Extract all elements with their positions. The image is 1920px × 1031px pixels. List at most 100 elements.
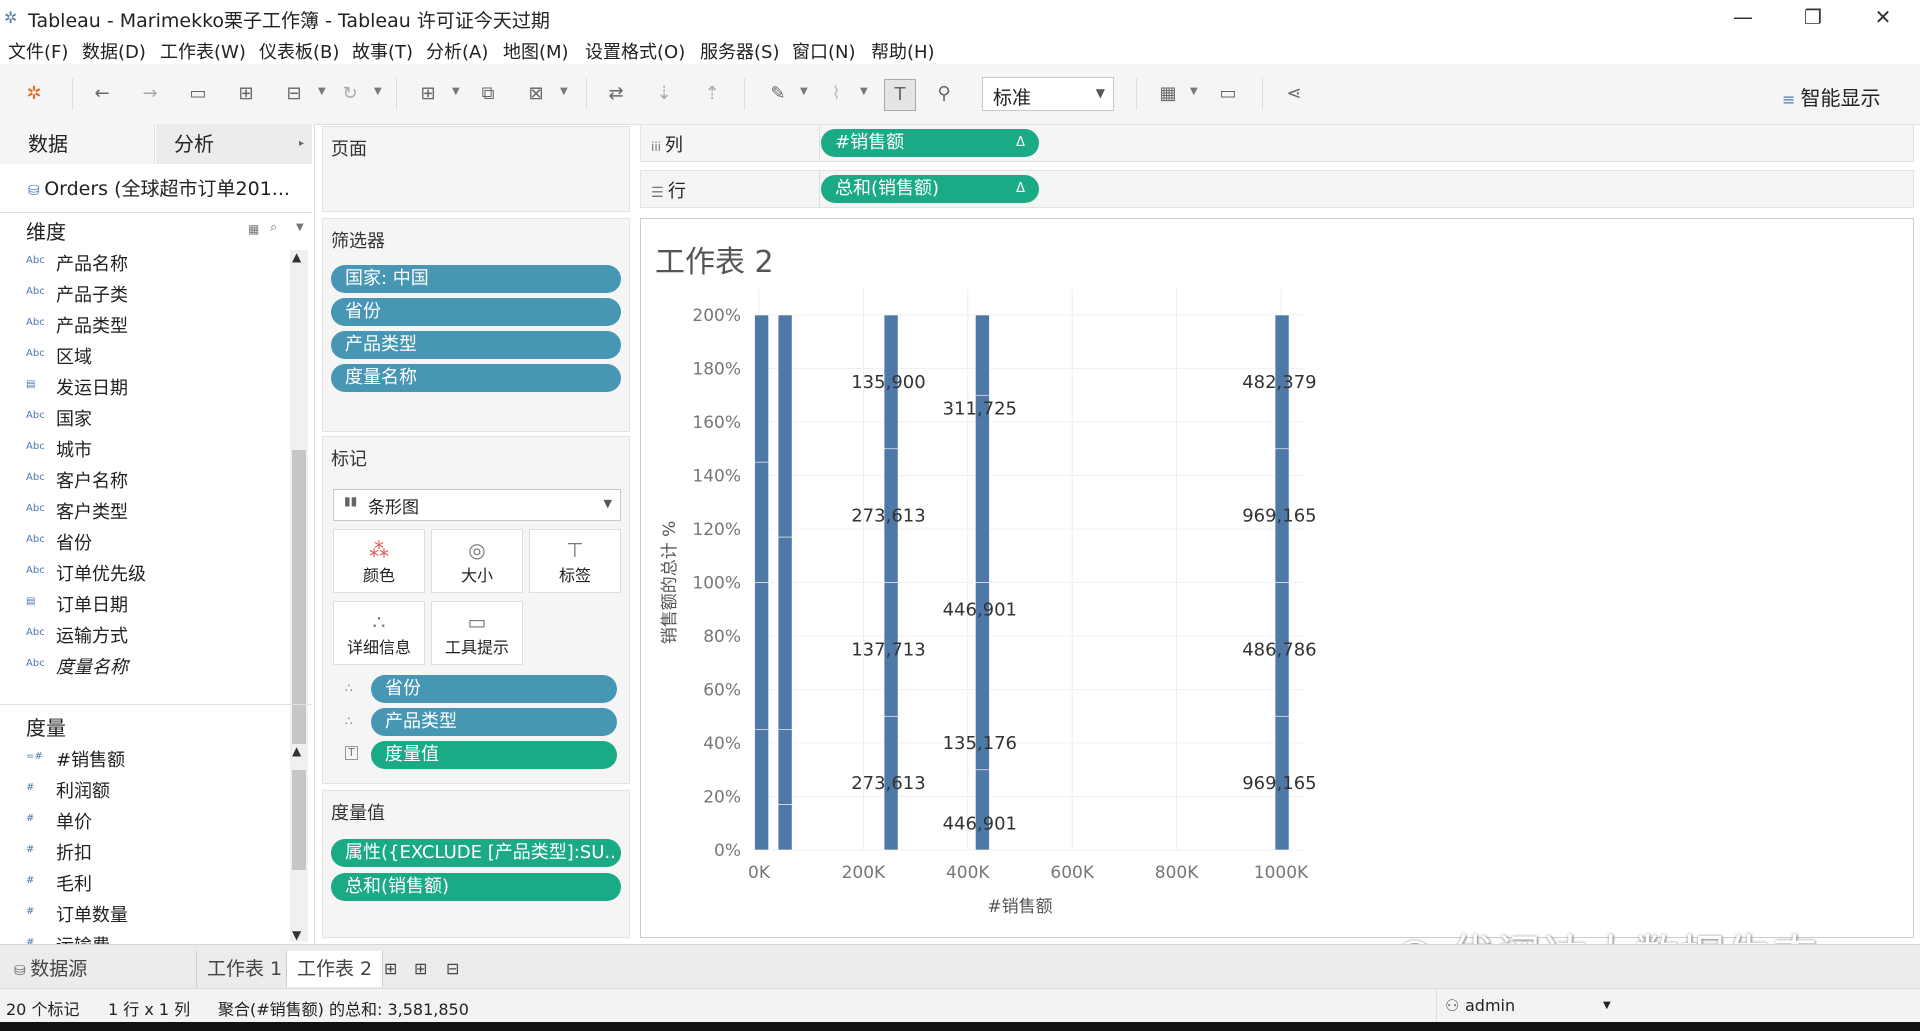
group-caret-icon[interactable]: ▼ — [860, 86, 868, 97]
menu-window[interactable]: 窗口(N) — [792, 38, 856, 64]
fit-select[interactable]: 标准 ▼ — [982, 77, 1114, 111]
datasource-item[interactable]: ⛁ Orders (全球超市订单201... — [28, 174, 290, 201]
measure-item[interactable]: # 单价 — [26, 808, 286, 836]
user-menu[interactable]: ⚇ admin ▼ — [1436, 989, 1625, 1023]
size-button[interactable]: ◎ 大小 — [431, 529, 523, 593]
duplicate-icon[interactable]: ⧉ — [476, 82, 500, 106]
restore-button[interactable]: ❐ — [1788, 2, 1838, 32]
dimension-item[interactable]: Abc 区域 — [26, 343, 286, 371]
tooltip-button[interactable]: ▭ 工具提示 — [431, 601, 523, 665]
dimension-item[interactable]: Abc 省份 — [26, 529, 286, 557]
mark-type-select[interactable]: ▮▮ 条形图 ▼ — [333, 489, 621, 521]
dimension-item[interactable]: Abc 产品名称 — [26, 250, 286, 278]
presentation-icon[interactable]: ▭ — [1216, 82, 1240, 106]
measure-item[interactable]: # 订单数量 — [26, 901, 286, 929]
clear-icon[interactable]: ⊠ — [524, 82, 548, 106]
detail-button[interactable]: ∴ 详细信息 — [333, 601, 425, 665]
tab-data[interactable]: 数据 — [0, 124, 155, 164]
highlight-icon[interactable]: ✎ — [766, 82, 790, 106]
chart-type-caret-icon[interactable]: ▼ — [1190, 86, 1198, 97]
scroll-up-icon[interactable]: ▲ — [292, 250, 301, 264]
filter-pill-province[interactable]: 省份 — [331, 298, 621, 326]
measure-value-pill-exclude[interactable]: 属性({EXCLUDE [产品类型]:SU.. — [331, 839, 621, 867]
tab-analysis[interactable]: 分析 ▸ — [156, 124, 312, 164]
new-datasource-icon[interactable]: ⊞ — [234, 82, 258, 106]
menu-story[interactable]: 故事(T) — [352, 38, 413, 64]
dimension-item[interactable]: ▤ 订单日期 — [26, 591, 286, 619]
mark-field-province[interactable]: 省份 — [371, 675, 617, 703]
measure-value-pill-sum-sales[interactable]: 总和(销售额) — [331, 873, 621, 901]
new-sheet-icon[interactable]: ⊞ — [416, 82, 440, 106]
group-icon[interactable]: ⌇ — [824, 82, 848, 106]
menu-server[interactable]: 服务器(S) — [700, 38, 779, 64]
dimension-item[interactable]: Abc 客户名称 — [26, 467, 286, 495]
close-button[interactable]: ✕ — [1858, 2, 1908, 32]
menu-map[interactable]: 地图(M) — [503, 38, 569, 64]
menu-dashboard[interactable]: 仪表板(B) — [259, 38, 339, 64]
forward-icon[interactable]: → — [138, 82, 162, 106]
measure-item[interactable]: # 利润额 — [26, 777, 286, 805]
scroll-thumb[interactable] — [292, 770, 306, 870]
label-icon[interactable]: T — [884, 79, 916, 111]
new-dashboard-icon[interactable]: ⊞ — [404, 951, 437, 987]
dimension-item[interactable]: ▤ 发运日期 — [26, 374, 286, 402]
filter-pill-measure-names[interactable]: 度量名称 — [331, 364, 621, 392]
pages-card[interactable]: 页面 — [322, 126, 630, 212]
tab-sheet-2[interactable]: 工作表 2 — [286, 951, 384, 987]
pause-caret-icon[interactable]: ▼ — [318, 86, 326, 97]
columns-pill[interactable]: #销售额 Δ — [821, 129, 1039, 157]
sort-asc-icon[interactable]: ⇣ — [652, 82, 676, 106]
pane-menu-icon[interactable]: ▸ — [299, 124, 304, 164]
measure-item[interactable]: =# #销售额 — [26, 746, 286, 774]
new-story-icon[interactable]: ⊟ — [436, 951, 469, 987]
clear-caret-icon[interactable]: ▼ — [560, 86, 568, 97]
dimension-item[interactable]: Abc 国家 — [26, 405, 286, 433]
tab-sheet-1[interactable]: 工作表 1 — [196, 951, 292, 987]
highlight-caret-icon[interactable]: ▼ — [800, 86, 808, 97]
refresh-caret-icon[interactable]: ▼ — [374, 86, 382, 97]
dimension-item[interactable]: Abc 度量名称 — [26, 653, 286, 681]
smart-show-button[interactable]: ≡ 智能显示 — [1782, 82, 1881, 111]
scroll-up-icon[interactable]: ▲ — [292, 744, 301, 758]
rows-pill[interactable]: 总和(销售额) Δ — [821, 175, 1039, 203]
new-sheet-caret-icon[interactable]: ▼ — [452, 86, 460, 97]
view-toggle-icon[interactable]: ▦ — [248, 222, 259, 236]
rows-shelf[interactable]: ☰ 行 总和(销售额) Δ — [640, 170, 1914, 208]
refresh-icon[interactable]: ↻ — [338, 82, 362, 106]
tableau-logo-icon[interactable]: ✲ — [22, 82, 46, 106]
dimension-item[interactable]: Abc 城市 — [26, 436, 286, 464]
sort-desc-icon[interactable]: ⇡ — [700, 82, 724, 106]
viz-area[interactable]: 工作表 2 0K 200K 400K 600K 800K 1000K 200% 180% 160… — [640, 218, 1914, 938]
swap-icon[interactable]: ⇄ — [604, 82, 628, 106]
chart-type-icon[interactable]: ▦ — [1156, 82, 1180, 106]
scroll-down-icon[interactable]: ▼ — [292, 928, 301, 942]
pause-icon[interactable]: ⊟ — [282, 82, 306, 106]
minimize-button[interactable]: — — [1718, 2, 1768, 32]
label-button[interactable]: ⊤ 标签 — [529, 529, 621, 593]
mark-field-measure-values[interactable]: 度量值 — [371, 741, 617, 769]
new-sheet-icon[interactable]: ⊞ — [374, 951, 407, 987]
menu-format[interactable]: 设置格式(O) — [585, 38, 685, 64]
dimensions-menu-icon[interactable]: ▼ — [296, 222, 304, 233]
search-icon[interactable]: ⌕ — [270, 220, 277, 235]
measures-scrollbar[interactable]: ▲ ▼ — [290, 744, 308, 942]
filter-pill-product-type[interactable]: 产品类型 — [331, 331, 621, 359]
dimension-item[interactable]: Abc 客户类型 — [26, 498, 286, 526]
menu-worksheet[interactable]: 工作表(W) — [160, 38, 246, 64]
menu-data[interactable]: 数据(D) — [82, 38, 146, 64]
share-icon[interactable]: ⋖ — [1282, 82, 1306, 106]
filters-card[interactable]: 筛选器 国家: 中国 省份 产品类型 度量名称 — [322, 218, 630, 432]
dimension-item[interactable]: Abc 产品子类 — [26, 281, 286, 309]
menu-analysis[interactable]: 分析(A) — [426, 38, 488, 64]
mark-field-product-type[interactable]: 产品类型 — [371, 708, 617, 736]
dimension-item[interactable]: Abc 运输方式 — [26, 622, 286, 650]
filter-pill-country[interactable]: 国家: 中国 — [331, 265, 621, 293]
measure-item[interactable]: # 毛利 — [26, 870, 286, 898]
marimekko-chart[interactable]: 0K 200K 400K 600K 800K 1000K 200% 180% 160% 140% 1… — [641, 219, 1911, 935]
tab-datasource[interactable]: ⛁ 数据源 — [4, 951, 97, 987]
dimension-item[interactable]: Abc 订单优先级 — [26, 560, 286, 588]
measure-item[interactable]: # 折扣 — [26, 839, 286, 867]
menu-file[interactable]: 文件(F) — [8, 38, 68, 64]
pin-icon[interactable]: ⚲ — [932, 82, 956, 106]
columns-shelf[interactable]: iii 列 #销售额 Δ — [640, 124, 1914, 162]
